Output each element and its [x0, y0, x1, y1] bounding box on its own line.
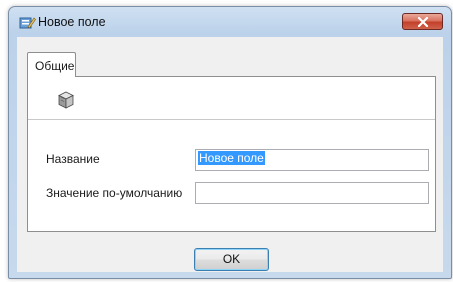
- close-icon: [417, 17, 429, 27]
- name-input[interactable]: Новое поле: [195, 149, 429, 171]
- close-button[interactable]: [402, 13, 443, 30]
- default-value-input[interactable]: [195, 182, 429, 204]
- name-label: Название: [46, 152, 100, 166]
- app-icon: [19, 15, 36, 29]
- dialog-window: Новое поле Общие Название Новое поле Зна…: [8, 6, 452, 279]
- dialog-client-area: Общие Название Новое поле Значение по-ум…: [17, 37, 443, 272]
- window-title: Новое поле: [38, 15, 106, 29]
- field-cube-icon: [58, 91, 74, 112]
- tab-general[interactable]: Общие: [27, 52, 76, 77]
- name-input-value: Новое поле: [198, 151, 265, 165]
- separator: [28, 119, 435, 120]
- tab-general-label: Общие: [35, 59, 75, 73]
- default-value-label: Значение по-умолчанию: [46, 186, 183, 200]
- ok-button[interactable]: OK: [194, 248, 269, 271]
- title-bar[interactable]: Новое поле: [9, 7, 451, 37]
